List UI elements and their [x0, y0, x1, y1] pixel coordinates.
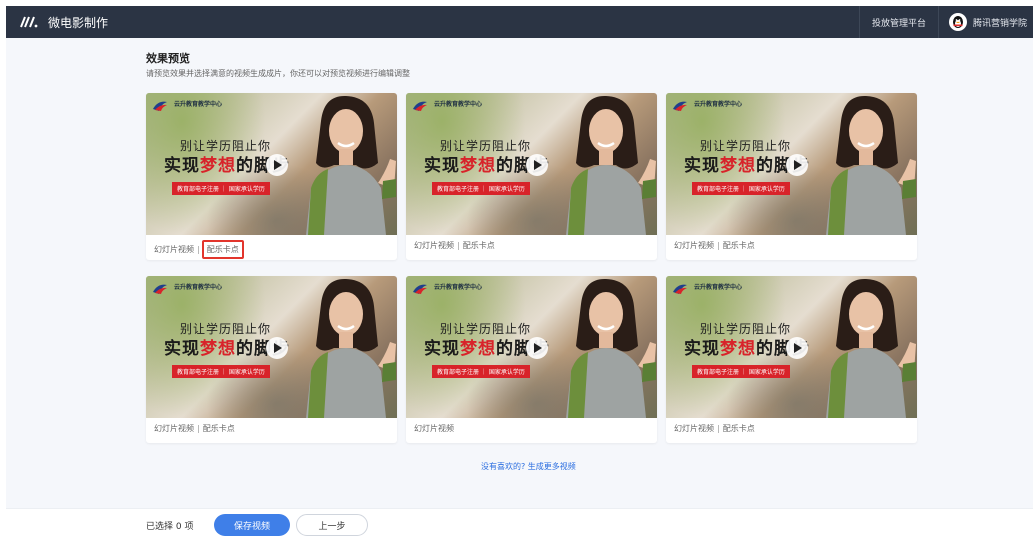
- brand-logo-icon: [152, 97, 168, 111]
- video-type-tag-highlighted: 配乐卡点: [201, 240, 244, 259]
- label-separator: |: [197, 245, 200, 254]
- page-subtitle: 请预览效果并选择满意的视频生成成片，你还可以对预览视频进行编辑调整: [146, 69, 410, 78]
- preview-section: 效果预览 请预览效果并选择满意的视频生成成片，你还可以对预览视频进行编辑调整 云…: [6, 38, 1033, 508]
- brand-text: 云升教育教学中心: [434, 283, 483, 291]
- headline-part-a: 实现: [424, 156, 460, 176]
- app-logo-icon[interactable]: [20, 15, 38, 29]
- label-separator: |: [717, 241, 720, 250]
- thumbnail-person-image: [826, 95, 916, 235]
- thumbnail-person-image: [306, 95, 396, 235]
- thumbnail-brand: 云升教育教学中心: [152, 280, 223, 294]
- video-type-label: 幻灯片视频 | 配乐卡点: [674, 423, 755, 434]
- brand-text: 云升教育教学中心: [694, 100, 743, 108]
- headline-part-b: 梦想: [720, 156, 756, 176]
- thumbnail-brand: 云升教育教学中心: [412, 97, 483, 111]
- brand-text: 云升教育教学中心: [174, 283, 223, 291]
- video-type-label: 幻灯片视频 | 配乐卡点: [414, 240, 495, 251]
- video-card[interactable]: 云升教育教学中心 别让学历阻止你 实现梦想的脚步 教育部电子注册 ｜ 国家承认学…: [406, 276, 657, 443]
- video-thumbnail[interactable]: 云升教育教学中心 别让学历阻止你 实现梦想的脚步 教育部电子注册 ｜ 国家承认学…: [406, 93, 657, 235]
- thumbnail-person-image: [306, 278, 396, 418]
- video-type-tag: 幻灯片视频: [414, 424, 454, 433]
- selected-count: 已选择 0 项: [146, 522, 194, 532]
- video-type-tag: 幻灯片视频: [674, 241, 714, 250]
- label-separator: |: [717, 424, 720, 433]
- generate-more-link[interactable]: 没有喜欢的? 生成更多视频: [481, 461, 576, 472]
- brand-text: 云升教育教学中心: [694, 283, 743, 291]
- brand-logo-icon: [152, 280, 168, 294]
- thumbnail-person-image: [566, 95, 656, 235]
- headline-part-a: 实现: [164, 156, 200, 176]
- play-icon[interactable]: [786, 337, 808, 359]
- headline-part-a: 实现: [684, 156, 720, 176]
- brand-logo-icon: [672, 280, 688, 294]
- headline-part-a: 实现: [684, 339, 720, 359]
- top-bar: 微电影制作 投放管理平台 腾讯营销学院: [6, 6, 1033, 38]
- video-type-tag: 配乐卡点: [202, 424, 235, 433]
- headline-part-b: 梦想: [720, 339, 756, 359]
- previous-step-button[interactable]: 上一步: [296, 514, 368, 536]
- video-type-tag: 配乐卡点: [462, 241, 495, 250]
- play-icon[interactable]: [266, 337, 288, 359]
- play-icon[interactable]: [526, 154, 548, 176]
- headline-part-b: 梦想: [460, 339, 496, 359]
- video-type-label: 幻灯片视频: [414, 423, 454, 434]
- video-type-tag: 幻灯片视频: [154, 245, 194, 254]
- video-type-tag: 幻灯片视频: [674, 424, 714, 433]
- brand-logo-icon: [412, 280, 428, 294]
- thumbnail-brand: 云升教育教学中心: [672, 280, 743, 294]
- video-type-tag: 配乐卡点: [722, 241, 755, 250]
- thumbnail-tagline: 教育部电子注册 ｜ 国家承认学历: [432, 365, 530, 378]
- label-separator: |: [197, 424, 200, 433]
- play-icon[interactable]: [266, 154, 288, 176]
- video-type-tag: 配乐卡点: [722, 424, 755, 433]
- video-thumbnail[interactable]: 云升教育教学中心 别让学历阻止你 实现梦想的脚步 教育部电子注册 ｜ 国家承认学…: [406, 276, 657, 418]
- thumbnail-tagline: 教育部电子注册 ｜ 国家承认学历: [172, 365, 270, 378]
- page-title: 效果预览: [146, 52, 190, 65]
- video-thumbnail[interactable]: 云升教育教学中心 别让学历阻止你 实现梦想的脚步 教育部电子注册 ｜ 国家承认学…: [666, 276, 917, 418]
- play-icon[interactable]: [786, 154, 808, 176]
- thumbnail-tagline: 教育部电子注册 ｜ 国家承认学历: [432, 182, 530, 195]
- video-thumbnail[interactable]: 云升教育教学中心 别让学历阻止你 实现梦想的脚步 教育部电子注册 ｜ 国家承认学…: [666, 93, 917, 235]
- video-type-tag: 幻灯片视频: [154, 424, 194, 433]
- thumbnail-tagline: 教育部电子注册 ｜ 国家承认学历: [172, 182, 270, 195]
- video-card[interactable]: 云升教育教学中心 别让学历阻止你 实现梦想的脚步 教育部电子注册 ｜ 国家承认学…: [666, 93, 917, 260]
- account-name: 腾讯营销学院: [972, 18, 1027, 29]
- thumbnail-person-image: [826, 278, 916, 418]
- qq-penguin-icon: [948, 13, 967, 31]
- brand-logo-icon: [672, 97, 688, 111]
- video-type-tag: 幻灯片视频: [414, 241, 454, 250]
- video-card[interactable]: 云升教育教学中心 别让学历阻止你 实现梦想的脚步 教育部电子注册 ｜ 国家承认学…: [146, 276, 397, 443]
- brand-text: 云升教育教学中心: [434, 100, 483, 108]
- brand-text: 云升教育教学中心: [174, 100, 223, 108]
- headline-part-b: 梦想: [200, 156, 236, 176]
- brand-logo-icon: [412, 97, 428, 111]
- thumbnail-tagline: 教育部电子注册 ｜ 国家承认学历: [692, 182, 790, 195]
- top-bar-right: 投放管理平台 腾讯营销学院: [858, 6, 1033, 38]
- play-icon[interactable]: [526, 337, 548, 359]
- video-thumbnail[interactable]: 云升教育教学中心 别让学历阻止你 实现梦想的脚步 教育部电子注册 ｜ 国家承认学…: [146, 276, 397, 418]
- video-card[interactable]: 云升教育教学中心 别让学历阻止你 实现梦想的脚步 教育部电子注册 ｜ 国家承认学…: [666, 276, 917, 443]
- save-video-button[interactable]: 保存视频: [214, 514, 290, 536]
- bottom-bar: 已选择 0 项 保存视频 上一步: [6, 508, 1033, 542]
- thumbnail-brand: 云升教育教学中心: [412, 280, 483, 294]
- headline-part-b: 梦想: [460, 156, 496, 176]
- thumbnail-person-image: [566, 278, 656, 418]
- headline-part-b: 梦想: [200, 339, 236, 359]
- headline-part-a: 实现: [164, 339, 200, 359]
- thumbnail-brand: 云升教育教学中心: [152, 97, 223, 111]
- video-type-label: 幻灯片视频 | 配乐卡点: [154, 423, 235, 434]
- video-card[interactable]: 云升教育教学中心 别让学历阻止你 实现梦想的脚步 教育部电子注册 ｜ 国家承认学…: [406, 93, 657, 260]
- video-type-label: 幻灯片视频 | 配乐卡点: [154, 240, 244, 259]
- app-title: 微电影制作: [48, 15, 109, 30]
- ad-platform-link[interactable]: 投放管理平台: [858, 6, 939, 38]
- video-thumbnail[interactable]: 云升教育教学中心 别让学历阻止你 实现梦想的脚步 教育部电子注册 ｜ 国家承认学…: [146, 93, 397, 235]
- label-separator: |: [457, 241, 460, 250]
- video-card[interactable]: 云升教育教学中心 别让学历阻止你 实现梦想的脚步 教育部电子注册 ｜ 国家承认学…: [146, 93, 397, 260]
- thumbnail-tagline: 教育部电子注册 ｜ 国家承认学历: [692, 365, 790, 378]
- account-menu[interactable]: 腾讯营销学院: [939, 13, 1033, 31]
- video-type-label: 幻灯片视频 | 配乐卡点: [674, 240, 755, 251]
- headline-part-a: 实现: [424, 339, 460, 359]
- thumbnail-brand: 云升教育教学中心: [672, 97, 743, 111]
